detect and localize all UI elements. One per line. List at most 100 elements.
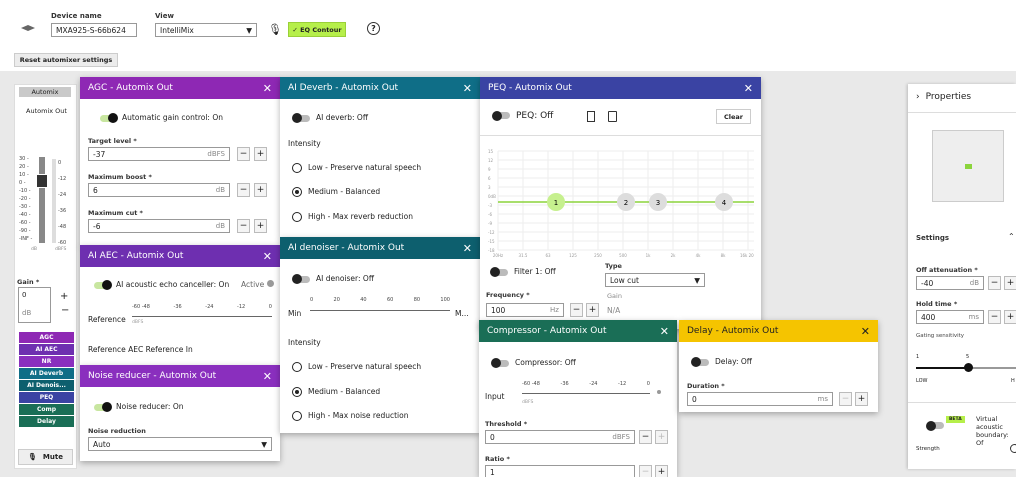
delay-toggle-row[interactable]: Delay: Off (691, 357, 752, 367)
info-icon[interactable] (1010, 444, 1016, 453)
nav-ai-deverb[interactable]: AI Deverb (19, 368, 74, 379)
aec-reference-label: Reference (88, 315, 126, 324)
reset-automixer-button[interactable]: Reset automixer settings (14, 53, 118, 67)
gating-slider-handle[interactable] (964, 363, 973, 372)
denoiser-slider[interactable]: 0 20 40 60 80 100 (310, 297, 450, 311)
nav-delay[interactable]: Delay (19, 416, 74, 427)
nav-ai-denoiser[interactable]: AI Denois... (19, 380, 74, 391)
close-icon[interactable]: ✕ (463, 82, 472, 95)
agc-toggle[interactable] (100, 113, 118, 123)
close-icon[interactable]: ✕ (861, 325, 870, 338)
off-minus-button[interactable]: − (988, 276, 1001, 290)
comp-tick-3: -12 (618, 381, 627, 387)
duration-plus-button[interactable]: + (855, 392, 868, 406)
deverb-option-low[interactable]: Low - Preserve natural speech (292, 163, 421, 173)
peq-toggle-row[interactable]: PEQ: Off (492, 110, 553, 121)
frequency-plus-button[interactable]: + (586, 303, 599, 317)
nav-ai-aec[interactable]: AI AEC (19, 344, 74, 355)
filter-toggle[interactable] (490, 267, 508, 277)
denoiser-option-low-label: Low - Preserve natural speech (308, 362, 422, 371)
deverb-option-high[interactable]: High - Max reverb reduction (292, 212, 413, 222)
gain-field[interactable]: 0 dB (18, 287, 51, 323)
duration-minus-button[interactable]: − (839, 392, 852, 406)
agc-toggle-row[interactable]: Automatic gain control: On (100, 113, 223, 123)
denoiser-option-high[interactable]: High - Max noise reduction (292, 411, 408, 421)
gain-minus-button[interactable]: − (61, 305, 69, 316)
aec-toggle-row[interactable]: AI acoustic echo canceller: On (94, 280, 229, 290)
frequency-minus-button[interactable]: − (570, 303, 583, 317)
ratio-plus-button[interactable]: + (655, 465, 668, 477)
off-plus-button[interactable]: + (1004, 276, 1016, 290)
device-name-field[interactable]: MXA925-S-66b624 (51, 23, 137, 37)
peq-graph[interactable]: 15129630dB-3-6-9-12-15-1820Hz 31.5 63 125 25… (488, 147, 754, 259)
off-attenuation-unit: dB (969, 279, 979, 287)
copy-icon[interactable] (587, 111, 595, 122)
denoiser-option-high-label: High - Max noise reduction (308, 411, 409, 420)
denoiser-option-low[interactable]: Low - Preserve natural speech (292, 362, 421, 372)
microphone-icon[interactable]: 🎙 (268, 23, 282, 36)
target-level-field[interactable]: -37 dBFS (88, 147, 230, 161)
max-cut-field[interactable]: -6 dB (88, 219, 230, 233)
view-select[interactable]: IntelliMix ▼ (155, 23, 257, 37)
nav-peq[interactable]: PEQ (19, 392, 74, 403)
threshold-minus-button[interactable]: − (639, 430, 652, 444)
hold-time-field[interactable]: 400 ms (916, 310, 984, 324)
target-minus-button[interactable]: − (237, 147, 250, 161)
comp-toggle[interactable] (491, 358, 509, 368)
nr-toggle[interactable] (94, 402, 112, 412)
mute-button[interactable]: 🎙 Mute (18, 449, 73, 465)
hold-minus-button[interactable]: − (988, 310, 1001, 324)
frequency-field[interactable]: 100 Hz (486, 303, 564, 317)
close-icon[interactable]: ✕ (263, 370, 272, 383)
duration-field[interactable]: 0 ms (687, 392, 833, 406)
cut-minus-button[interactable]: − (237, 219, 250, 233)
close-icon[interactable]: ✕ (263, 82, 272, 95)
boost-minus-button[interactable]: − (237, 183, 250, 197)
close-icon[interactable]: ✕ (744, 82, 753, 95)
threshold-plus-button[interactable]: + (655, 430, 668, 444)
max-boost-field[interactable]: 6 dB (88, 183, 230, 197)
denoiser-toggle[interactable] (292, 274, 310, 284)
chevron-down-icon: ▼ (246, 25, 252, 35)
ai-aec-panel: AI AEC - Automix Out ✕ AI acoustic echo c… (80, 245, 280, 365)
meter-scale-left-label-8: -60 - (19, 220, 31, 226)
type-select[interactable]: Low cut ▼ (605, 273, 705, 287)
delay-toggle[interactable] (691, 357, 709, 367)
eq-contour-button[interactable]: ✓ EQ Contour (288, 22, 346, 37)
close-icon[interactable]: ✕ (463, 242, 472, 255)
denoiser-toggle-row[interactable]: AI denoiser: Off (292, 274, 374, 284)
off-attenuation-field[interactable]: -40 dB (916, 276, 984, 290)
deverb-toggle-row[interactable]: AI deverb: Off (292, 113, 368, 123)
deverb-option-medium[interactable]: Medium - Balanced (292, 187, 380, 197)
comp-toggle-row[interactable]: Compressor: Off (491, 358, 576, 368)
help-icon[interactable]: ? (367, 22, 380, 35)
peq-header: PEQ - Automix Out ✕ (480, 77, 761, 99)
collapse-icon[interactable]: ⌃ (1008, 232, 1015, 241)
close-icon[interactable]: ✕ (263, 250, 272, 263)
filter-toggle-row[interactable]: Filter 1: Off (490, 267, 556, 277)
properties-header[interactable]: › Properties (916, 92, 971, 102)
cut-plus-button[interactable]: + (254, 219, 267, 233)
close-icon[interactable]: ✕ (660, 325, 669, 338)
nr-toggle-row[interactable]: Noise reducer: On (94, 402, 184, 412)
gain-plus-button[interactable]: + (60, 291, 68, 302)
automix-tab[interactable]: Automix (19, 87, 71, 97)
fader-handle[interactable] (36, 174, 48, 188)
nav-nr[interactable]: NR (19, 356, 74, 367)
target-plus-button[interactable]: + (254, 147, 267, 161)
paste-icon[interactable] (608, 111, 617, 122)
hold-plus-button[interactable]: + (1004, 310, 1016, 324)
aec-toggle[interactable] (94, 280, 112, 290)
ratio-field[interactable]: 1 (485, 465, 635, 477)
noise-reduction-select[interactable]: Auto ▼ (88, 437, 272, 451)
boost-plus-button[interactable]: + (254, 183, 267, 197)
peq-toggle[interactable] (492, 110, 510, 121)
nav-comp[interactable]: Comp (19, 404, 74, 415)
nav-agc[interactable]: AGC (19, 332, 74, 343)
deverb-toggle[interactable] (292, 113, 310, 123)
denoiser-option-medium[interactable]: Medium - Balanced (292, 387, 380, 397)
ratio-minus-button[interactable]: − (639, 465, 652, 477)
threshold-field[interactable]: 0 dBFS (485, 430, 635, 444)
clear-button[interactable]: Clear (716, 109, 751, 124)
virtual-boundary-switch[interactable] (926, 420, 944, 431)
